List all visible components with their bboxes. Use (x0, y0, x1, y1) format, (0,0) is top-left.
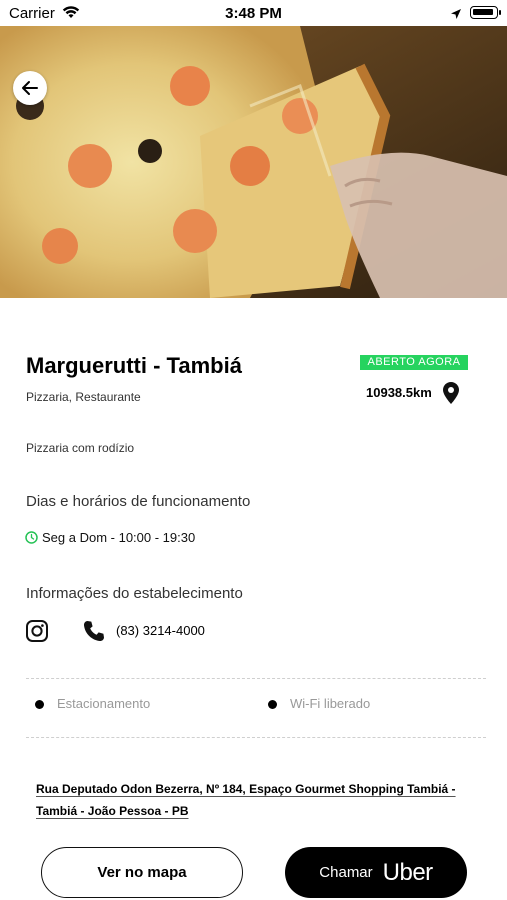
battery-tip (499, 10, 501, 15)
status-bar: Carrier 3:48 PM (0, 0, 507, 26)
restaurant-categories: Pizzaria, Restaurante (26, 390, 141, 404)
battery-icon (470, 6, 498, 19)
phone-number[interactable]: (83) 3214-4000 (116, 623, 205, 638)
view-on-map-label: Ver no mapa (97, 864, 187, 881)
hours-schedule: Seg a Dom - 10:00 - 19:30 (42, 530, 196, 545)
uber-logo: Uber (382, 858, 434, 886)
hero-image (0, 26, 507, 298)
back-button[interactable] (13, 71, 47, 105)
clock-icon (25, 531, 38, 549)
pizza-photo (0, 26, 507, 298)
divider-top (26, 678, 486, 679)
call-uber-label: Chamar (319, 864, 373, 881)
clock-time: 3:48 PM (225, 5, 282, 22)
hours-section-title: Dias e horários de funcionamento (26, 493, 251, 510)
map-pin-icon[interactable] (443, 382, 459, 409)
address-link[interactable]: Rua Deputado Odon Bezerra, Nº 184, Espaç… (36, 778, 486, 822)
phone-icon[interactable] (83, 620, 105, 647)
restaurant-name: Marguerutti - Tambiá (26, 353, 242, 378)
view-on-map-button[interactable]: Ver no mapa (41, 847, 243, 898)
instagram-icon[interactable] (26, 620, 48, 647)
distance-label: 10938.5km (366, 385, 432, 400)
amenity-parking: Estacionamento (57, 696, 151, 711)
amenity-wifi: Wi-Fi liberado (290, 696, 371, 711)
info-section-title: Informações do estabelecimento (26, 585, 243, 602)
call-uber-button[interactable]: Chamar Uber (285, 847, 467, 898)
arrow-left-icon (22, 81, 38, 95)
location-arrow-icon (450, 7, 462, 25)
amenity-bullet (35, 700, 44, 709)
divider-bottom (26, 737, 486, 738)
amenity-bullet (268, 700, 277, 709)
open-status-badge: ABERTO AGORA (360, 355, 468, 370)
restaurant-description: Pizzaria com rodízio (26, 441, 135, 455)
